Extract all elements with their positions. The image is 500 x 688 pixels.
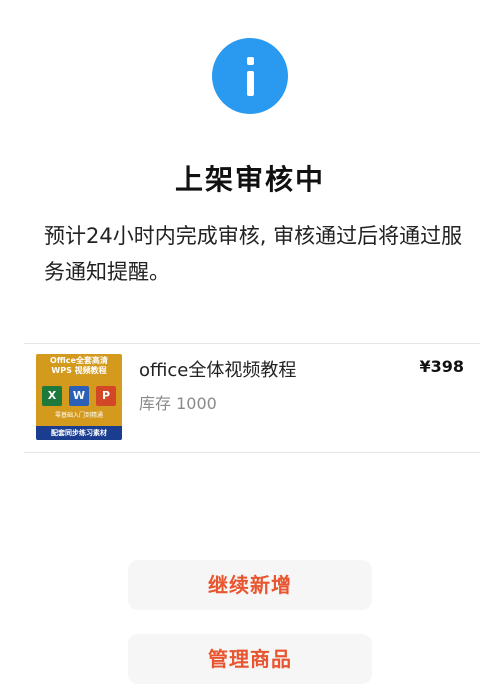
product-thumbnail[interactable]: Office全套高清 WPS 视频教程 X W P 零基础入门到精通 配套同步练… (36, 354, 122, 440)
continue-add-button[interactable]: 继续新增 (128, 560, 372, 610)
product-stock: 库存 1000 (139, 394, 217, 413)
info-icon-bar (247, 71, 254, 96)
divider-top (24, 343, 480, 344)
thumbnail-header-line2: WPS 视频教程 (51, 366, 107, 375)
info-icon (212, 38, 288, 114)
divider-bottom (24, 452, 480, 453)
product-name[interactable]: office全体视频教程 (139, 356, 296, 382)
thumbnail-header-line1: Office全套高清 (50, 356, 108, 365)
thumbnail-subtitle: 零基础入门到精通 (54, 412, 103, 419)
status-description: 预计24小时内完成审核, 审核通过后将通过服务通知提醒。 (44, 224, 463, 284)
thumbnail-header: Office全套高清 WPS 视频教程 (36, 356, 122, 376)
thumbnail-footer: 配套同步练习素材 (36, 426, 122, 440)
status-title: 上架审核中 (174, 163, 325, 196)
product-price: ¥398 (419, 357, 464, 376)
info-icon-dot (247, 57, 254, 65)
manage-products-button[interactable]: 管理商品 (128, 634, 372, 684)
excel-icon: X (42, 386, 62, 406)
word-icon: W (69, 386, 89, 406)
thumbnail-app-icons: X W P (42, 386, 116, 406)
review-status-page: 上架审核中 预计24小时内完成审核, 审核通过后将通过服务通知提醒。 Offic… (0, 0, 500, 688)
powerpoint-icon: P (96, 386, 116, 406)
